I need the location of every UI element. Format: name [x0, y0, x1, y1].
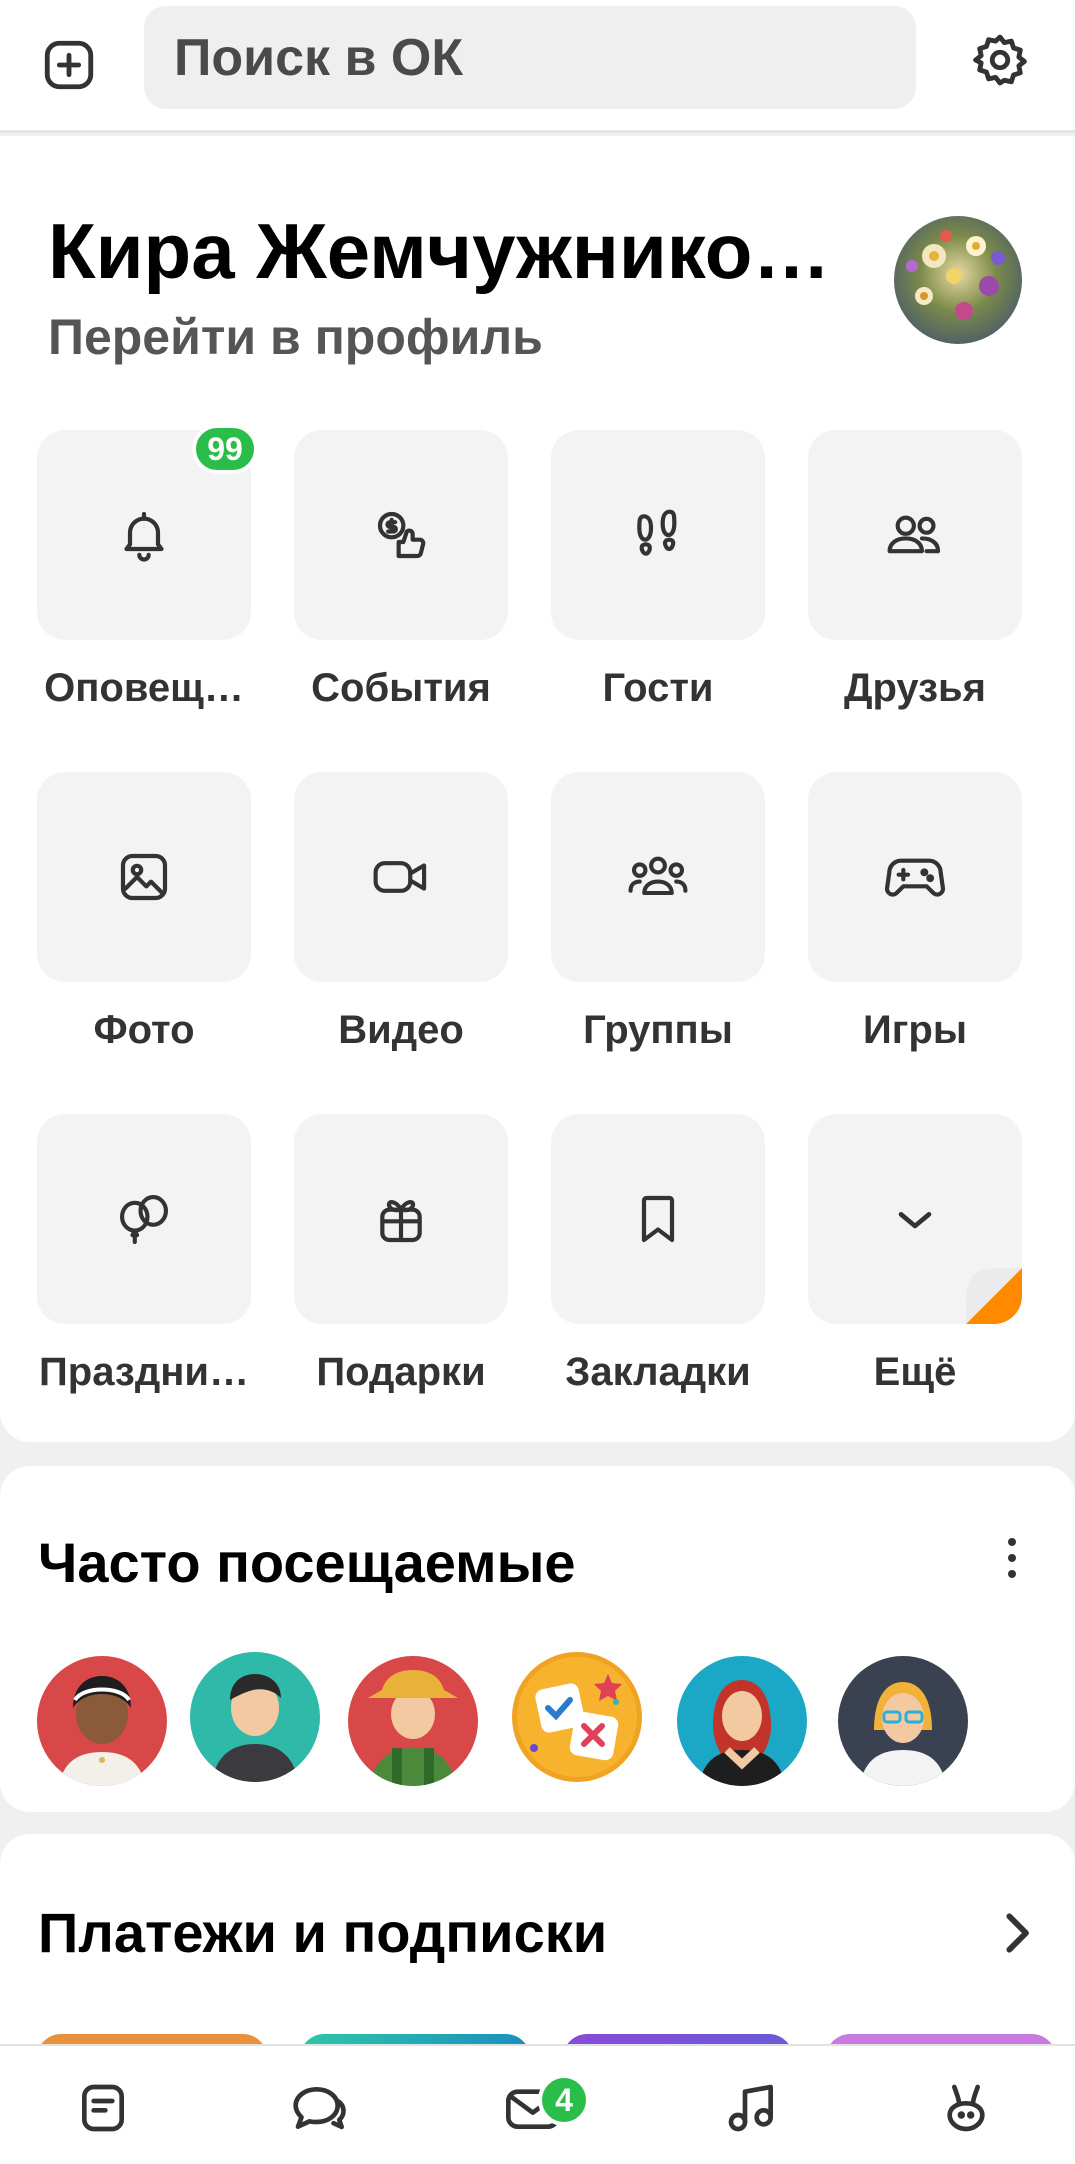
tile-label-photo: Фото	[93, 1008, 195, 1052]
tile-label-games: Игры	[862, 1008, 967, 1052]
tile-bookmarks[interactable]	[551, 1114, 765, 1324]
bookmark-icon	[641, 1195, 675, 1243]
bunny-icon	[947, 2084, 985, 2132]
music-note-icon	[728, 2084, 773, 2132]
groups-icon	[628, 856, 688, 896]
tile-label-groups: Группы	[583, 1008, 733, 1052]
gamepad-icon	[884, 858, 946, 897]
tile-label-friends: Друзья	[844, 666, 986, 710]
search-input[interactable]: Поиск в ОК	[144, 6, 916, 109]
tile-label-bookmarks: Закладки	[565, 1350, 751, 1394]
tile-label-events: События	[311, 666, 491, 710]
kebab-menu-icon	[1008, 1538, 1016, 1578]
nav-music[interactable]	[712, 2068, 792, 2148]
tile-label-holidays: Праздни…	[39, 1350, 249, 1394]
section-title: Часто посещаемые	[38, 1531, 576, 1594]
nav-discussions[interactable]	[279, 2068, 359, 2148]
gift-icon	[380, 1200, 422, 1243]
tile-holidays[interactable]	[37, 1114, 251, 1324]
tile-label-video: Видео	[338, 1008, 464, 1052]
settings-button[interactable]	[964, 24, 1036, 96]
profile-name[interactable]: Кира Жемчужнико…	[48, 206, 830, 297]
tile-games[interactable]	[808, 772, 1022, 982]
tile-photo[interactable]	[37, 772, 251, 982]
frequent-avatar[interactable]	[348, 1656, 478, 1786]
tile-groups[interactable]	[551, 772, 765, 982]
tile-video[interactable]	[294, 772, 508, 982]
frequent-avatar[interactable]	[190, 1652, 320, 1782]
frequent-section: Часто посещаемые	[0, 1466, 1075, 1812]
go-to-profile-link[interactable]: Перейти в профиль	[48, 308, 543, 366]
events-icon	[377, 511, 426, 559]
feed-icon	[82, 2084, 124, 2132]
video-camera-icon	[373, 861, 427, 893]
profile-card: Кира Жемчужнико… Перейти в профиль Опове…	[0, 136, 1075, 1442]
photo-icon	[120, 853, 168, 901]
tile-events[interactable]	[294, 430, 508, 640]
balloons-icon	[120, 1195, 168, 1245]
nav-fun[interactable]	[926, 2068, 1006, 2148]
nav-feed[interactable]	[63, 2068, 143, 2148]
tile-more[interactable]	[808, 1114, 1022, 1324]
more-options-button[interactable]	[994, 1530, 1030, 1586]
tile-label-gifts: Подарки	[316, 1350, 486, 1394]
tile-guests[interactable]	[551, 430, 765, 640]
new-badge-corner	[966, 1268, 1022, 1324]
plus-square-icon	[44, 40, 94, 90]
top-bar: Поиск в ОК	[0, 0, 1075, 133]
avatar[interactable]	[894, 216, 1022, 344]
tile-label-guests: Гости	[602, 666, 714, 710]
chevron-right-icon	[1006, 1913, 1029, 1953]
section-title: Платежи и подписки	[38, 1901, 608, 1964]
frequent-avatar[interactable]	[838, 1656, 968, 1786]
chat-bubbles-icon	[293, 2087, 346, 2130]
tile-friends[interactable]	[808, 430, 1022, 640]
bell-icon	[124, 511, 164, 562]
frequent-avatar[interactable]	[512, 1652, 642, 1782]
footprints-icon	[637, 509, 677, 556]
gear-icon	[973, 34, 1027, 86]
tile-gifts[interactable]	[294, 1114, 508, 1324]
notifications-badge: 99	[192, 424, 258, 474]
messages-badge: 4	[538, 2074, 590, 2126]
search-placeholder: Поиск в ОК	[174, 28, 464, 87]
add-post-button[interactable]	[34, 30, 104, 100]
chevron-down-icon	[898, 1212, 932, 1229]
frequent-avatar[interactable]	[677, 1656, 807, 1786]
frequent-avatar[interactable]	[37, 1656, 167, 1786]
tile-label-notifications: Оповещ…	[44, 666, 244, 710]
friends-icon	[887, 515, 941, 554]
tile-label-more: Ещё	[873, 1350, 957, 1394]
